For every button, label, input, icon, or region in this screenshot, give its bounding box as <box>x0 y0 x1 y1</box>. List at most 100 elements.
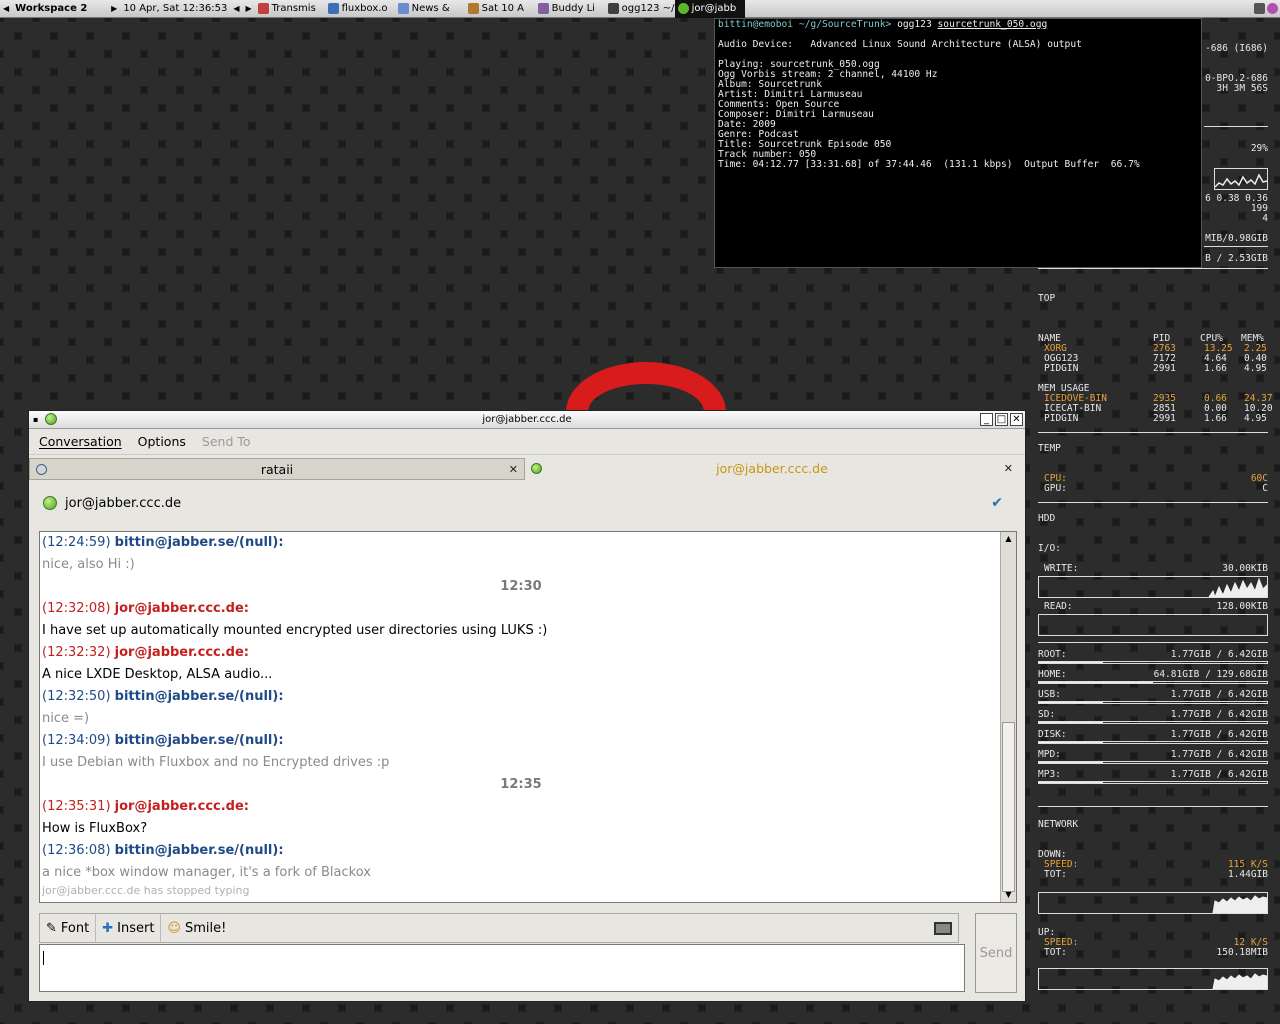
message-timestamp: (12:32:32) <box>42 645 111 660</box>
tab-jor-jabber[interactable]: jor@jabber.ccc.de ✕ <box>525 455 1019 481</box>
conky-divider <box>1204 126 1268 127</box>
process-mem: 4.95 <box>1244 363 1267 374</box>
process-cpu: 1.66 <box>1204 363 1227 374</box>
taskbar-task-label: Buddy Li <box>551 3 595 14</box>
insert-button[interactable]: ✚ Insert <box>96 914 162 942</box>
menu-send-to[interactable]: Send To <box>202 434 251 449</box>
prev-window-arrow-icon[interactable]: ◀ <box>230 0 242 18</box>
chat-message-header: (12:34:09) bittin@jabber.se/(null): <box>42 730 1000 752</box>
tab-close-icon[interactable]: ✕ <box>509 463 518 476</box>
taskbar-task-label: Sat 10 A <box>481 3 524 14</box>
disk-usage: 1.77GIB / 6.42GIB <box>1170 749 1268 760</box>
conky-running: 4 <box>1262 213 1268 224</box>
tab-status-icon <box>531 462 542 474</box>
menubar: Conversation Options Send To <box>29 429 1025 455</box>
workspace-name[interactable]: Workspace 2 <box>12 0 108 18</box>
taskbar-task[interactable]: jor@jabb <box>674 0 745 18</box>
chat-time-separator: 12:35 <box>500 777 542 792</box>
down-graph-svg <box>1212 895 1267 913</box>
menu-conversation[interactable]: Conversation <box>39 434 122 449</box>
message-sender[interactable]: bittin@jabber.se/(null): <box>115 689 284 704</box>
pidgin-conversation-window[interactable]: ▪ jor@jabber.ccc.de _ □ ✕ Conversation O… <box>28 410 1026 1002</box>
conky-cpu-graph <box>1214 168 1268 190</box>
disk-usage: 1.77GIB / 6.42GIB <box>1170 709 1268 720</box>
disk-usage-fill <box>1039 722 1103 723</box>
conky-uptime: 3H 3M 56S <box>1216 83 1268 94</box>
message-sender[interactable]: jor@jabber.ccc.de: <box>115 645 249 660</box>
message-timestamp: (12:32:50) <box>42 689 111 704</box>
conky-read-graph <box>1038 614 1268 636</box>
taskbar-task[interactable]: ogg123 ~/ <box>605 0 675 18</box>
disk-usage-fill <box>1039 762 1103 763</box>
chat-message-text: a nice *box window manager, it's a fork … <box>42 865 371 880</box>
taskbar-task[interactable]: fluxbox.o <box>325 0 395 18</box>
next-workspace-arrow-icon[interactable]: ▶ <box>108 0 120 18</box>
conky-write-value: 30.00KIB <box>1222 563 1268 574</box>
tab-close-icon[interactable]: ✕ <box>1004 462 1013 475</box>
chat-history[interactable]: (12:24:59) bittin@jabber.se/(null): nice,… <box>39 531 1017 903</box>
message-sender[interactable]: bittin@jabber.se/(null): <box>115 843 284 858</box>
taskbar-task[interactable]: Sat 10 A <box>465 0 535 18</box>
scroll-down-icon[interactable]: ▼ <box>1001 888 1016 902</box>
taskbar-task[interactable]: Transmis <box>255 0 325 18</box>
message-input[interactable] <box>39 944 965 992</box>
disk-usage: 1.77GIB / 6.42GIB <box>1170 729 1268 740</box>
message-sender[interactable]: jor@jabber.ccc.de: <box>115 799 249 814</box>
chat-scrollbar[interactable]: ▲ ▼ <box>1000 532 1016 902</box>
taskbar-task[interactable]: News & <box>395 0 465 18</box>
menu-options[interactable]: Options <box>138 434 186 449</box>
taskbar-task-label: News & <box>411 3 450 14</box>
up-graph-svg <box>1212 973 1267 989</box>
disk-usage-bar <box>1038 721 1268 724</box>
conky-up-graph <box>1038 968 1268 990</box>
close-icon[interactable]: ✕ <box>1010 413 1023 426</box>
prev-workspace-arrow-icon[interactable]: ◀ <box>0 0 12 18</box>
font-button[interactable]: ✎ Font <box>40 914 97 942</box>
buddy-name[interactable]: jor@jabber.ccc.de <box>65 496 181 511</box>
taskbar-task-label: fluxbox.o <box>341 3 388 14</box>
window-titlebar[interactable]: ▪ jor@jabber.ccc.de _ □ ✕ <box>29 411 1025 429</box>
message-sender[interactable]: jor@jabber.ccc.de: <box>115 601 249 616</box>
terminal-command: ogg123 <box>897 19 932 30</box>
format-toolbar: ✎ Font ✚ Insert ☺ Smile! <box>39 913 959 943</box>
tray-network-icon[interactable] <box>1254 3 1265 14</box>
chat-message-text: nice =) <box>42 711 90 726</box>
scroll-up-icon[interactable]: ▲ <box>1001 532 1016 546</box>
next-window-arrow-icon[interactable]: ▶ <box>242 0 254 18</box>
conky-cpu-percent: 29% <box>1250 143 1268 154</box>
chat-message-text: I use Debian with Fluxbox and no Encrypt… <box>42 755 390 770</box>
tab-label: jor@jabber.ccc.de <box>716 460 828 476</box>
message-sender[interactable]: bittin@jabber.se/(null): <box>115 535 284 550</box>
conky-divider <box>1038 806 1268 807</box>
message-sender[interactable]: bittin@jabber.se/(null): <box>115 733 284 748</box>
conky-mem-bar <box>1204 246 1268 247</box>
send-button[interactable]: Send <box>975 913 1017 993</box>
insert-plus-icon: ✚ <box>102 920 114 936</box>
disk-usage-fill <box>1039 782 1103 783</box>
attention-button[interactable] <box>929 914 957 942</box>
disk-usage: 64.81GIB / 129.68GIB <box>1153 669 1268 680</box>
disk-usage-bar <box>1038 681 1268 684</box>
smile-button[interactable]: ☺ Smile! <box>161 914 232 942</box>
taskbar-clock: 10 Apr, Sat 12:36:53 <box>123 3 228 14</box>
chat-message-header: (12:32:50) bittin@jabber.se/(null): <box>42 686 1000 708</box>
conky-gpu-temp: C <box>1262 483 1268 494</box>
conky-mem: MIB/0.98GIB <box>1205 233 1268 244</box>
window-title: jor@jabber.ccc.de <box>482 414 572 425</box>
disk-usage-bar <box>1038 761 1268 764</box>
text-caret <box>43 951 44 965</box>
disk-usage-fill <box>1039 662 1103 663</box>
maximize-icon[interactable]: □ <box>995 413 1008 426</box>
process-cpu: 1.66 <box>1204 413 1227 424</box>
conky-top-header: TOP <box>1038 293 1056 304</box>
cpu-graph-svg <box>1215 173 1267 188</box>
conky-kernel-arch: -686 (I686) <box>1205 43 1268 54</box>
minimize-icon[interactable]: _ <box>980 413 993 426</box>
tab-rataii[interactable]: rataii ✕ <box>29 458 525 480</box>
smile-label: Smile! <box>184 920 227 936</box>
taskbar-task[interactable]: Buddy Li <box>535 0 605 18</box>
scroll-thumb[interactable] <box>1002 722 1015 892</box>
conky-hdd-header: HDD <box>1038 513 1056 524</box>
process-name: PIDGIN <box>1044 363 1079 374</box>
tray-pidgin-icon[interactable] <box>1267 3 1278 14</box>
